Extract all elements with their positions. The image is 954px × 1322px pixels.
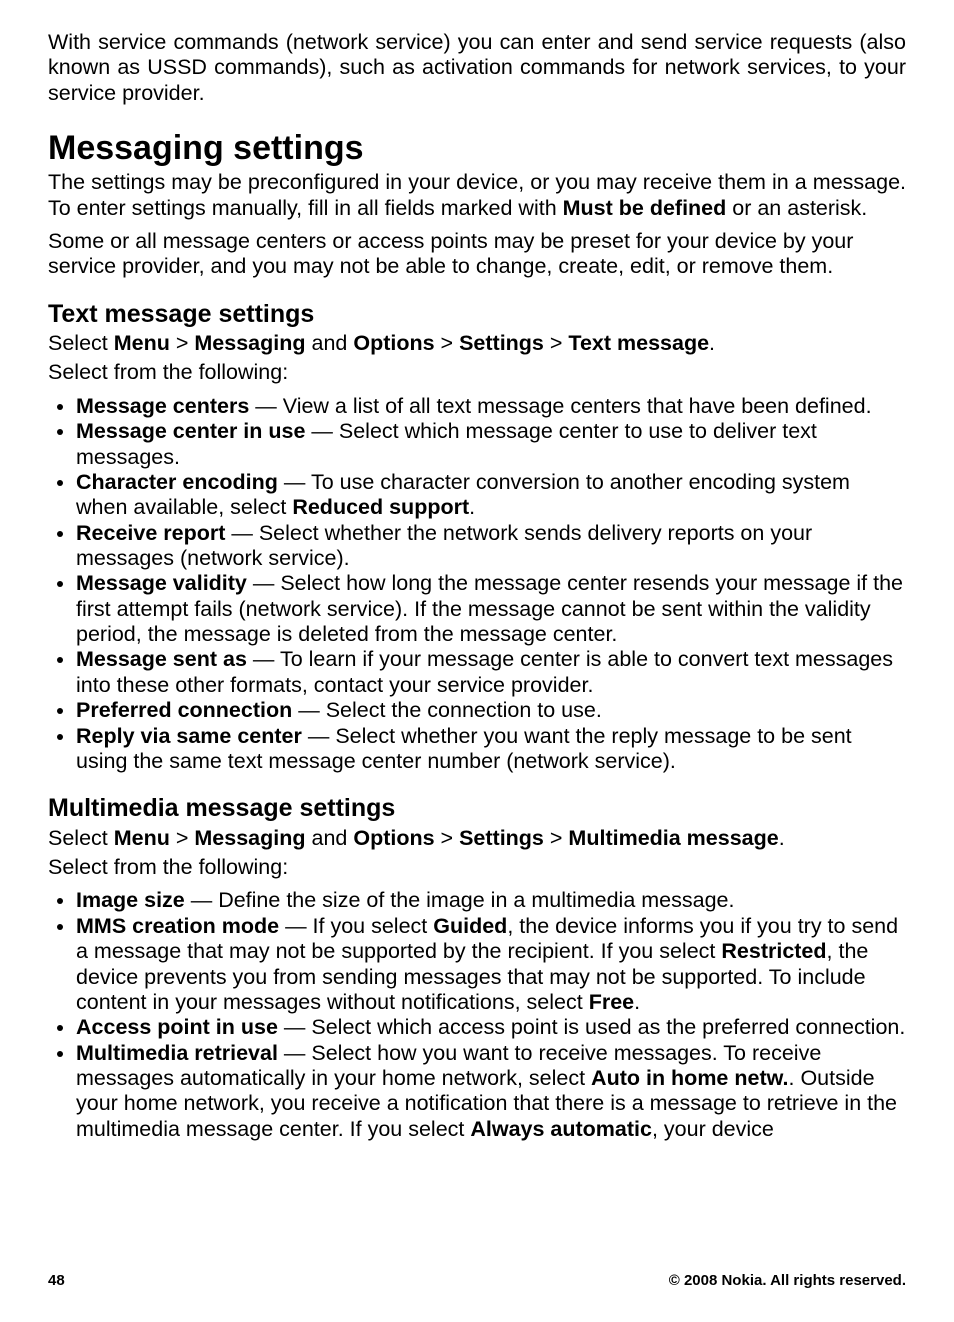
desc: — If you select — [279, 914, 433, 938]
desc: . — [469, 495, 475, 519]
settings-label: Settings — [459, 826, 544, 850]
list-item: Message sent as — To learn if your messa… — [76, 647, 906, 698]
text: > — [170, 826, 195, 850]
text: > — [544, 331, 569, 355]
list-item: Image size — Define the size of the imag… — [76, 888, 906, 913]
text: or an asterisk. — [726, 196, 867, 220]
term: Message centers — [76, 394, 249, 418]
text-msg-follow: Select from the following: — [48, 360, 906, 385]
list-item: Message center in use — Select which mes… — [76, 419, 906, 470]
text: > — [435, 826, 460, 850]
must-be-defined-label: Must be defined — [563, 196, 727, 220]
text: . — [709, 331, 715, 355]
term: Preferred connection — [76, 698, 292, 722]
text-message-label: Text message — [568, 331, 709, 355]
page-footer: 48 © 2008 Nokia. All rights reserved. — [48, 1272, 906, 1290]
list-item: MMS creation mode — If you select Guided… — [76, 914, 906, 1015]
multimedia-message-label: Multimedia message — [568, 826, 778, 850]
bold-label: Free — [589, 990, 634, 1014]
heading-text-message-settings: Text message settings — [48, 300, 906, 330]
text: and — [306, 826, 354, 850]
messaging-label: Messaging — [194, 331, 305, 355]
page-number: 48 — [48, 1272, 65, 1290]
list-item: Receive report — Select whether the netw… — [76, 521, 906, 572]
desc: . — [634, 990, 640, 1014]
text-msg-list: Message centers — View a list of all tex… — [48, 394, 906, 774]
term: Message center in use — [76, 419, 305, 443]
list-item: Message validity — Select how long the m… — [76, 571, 906, 647]
desc: — Define the size of the image in a mult… — [185, 888, 735, 912]
list-item: Reply via same center — Select whether y… — [76, 724, 906, 775]
term: Access point in use — [76, 1015, 278, 1039]
copyright: © 2008 Nokia. All rights reserved. — [669, 1272, 906, 1290]
term: Reply via same center — [76, 724, 302, 748]
mms-follow: Select from the following: — [48, 855, 906, 880]
intro-paragraph: With service commands (network service) … — [48, 30, 906, 106]
mms-list: Image size — Define the size of the imag… — [48, 888, 906, 1142]
bold-label: Guided — [433, 914, 507, 938]
term: Character encoding — [76, 470, 278, 494]
paragraph-preconfigured: The settings may be preconfigured in you… — [48, 170, 906, 221]
bold-label: Auto in home netw. — [591, 1066, 788, 1090]
menu-label: Menu — [114, 826, 170, 850]
list-item: Access point in use — Select which acces… — [76, 1015, 906, 1040]
mms-path: Select Menu > Messaging and Options > Se… — [48, 826, 906, 851]
term: MMS creation mode — [76, 914, 279, 938]
text: Select — [48, 331, 114, 355]
bold-label: Reduced support — [292, 495, 469, 519]
settings-label: Settings — [459, 331, 544, 355]
text: > — [544, 826, 569, 850]
text: > — [435, 331, 460, 355]
text: . — [779, 826, 785, 850]
desc: , your device — [652, 1117, 774, 1141]
term: Multimedia retrieval — [76, 1041, 278, 1065]
term: Message validity — [76, 571, 247, 595]
bold-label: Always automatic — [470, 1117, 652, 1141]
text: and — [306, 331, 354, 355]
term: Message sent as — [76, 647, 247, 671]
document-page: With service commands (network service) … — [0, 0, 954, 1322]
desc: — Select which access point is used as t… — [278, 1015, 905, 1039]
bold-label: Restricted — [721, 939, 826, 963]
list-item: Character encoding — To use character co… — [76, 470, 906, 521]
heading-messaging-settings: Messaging settings — [48, 128, 906, 168]
options-label: Options — [353, 826, 434, 850]
desc: — Select the connection to use. — [292, 698, 602, 722]
list-item: Multimedia retrieval — Select how you wa… — [76, 1041, 906, 1142]
term: Receive report — [76, 521, 225, 545]
list-item: Message centers — View a list of all tex… — [76, 394, 906, 419]
paragraph-preset: Some or all message centers or access po… — [48, 229, 906, 280]
desc: — View a list of all text message center… — [249, 394, 871, 418]
list-item: Preferred connection — Select the connec… — [76, 698, 906, 723]
text: Select — [48, 826, 114, 850]
text-msg-path: Select Menu > Messaging and Options > Se… — [48, 331, 906, 356]
options-label: Options — [353, 331, 434, 355]
menu-label: Menu — [114, 331, 170, 355]
term: Image size — [76, 888, 185, 912]
heading-mms-settings: Multimedia message settings — [48, 794, 906, 824]
messaging-label: Messaging — [194, 826, 305, 850]
text: > — [170, 331, 195, 355]
